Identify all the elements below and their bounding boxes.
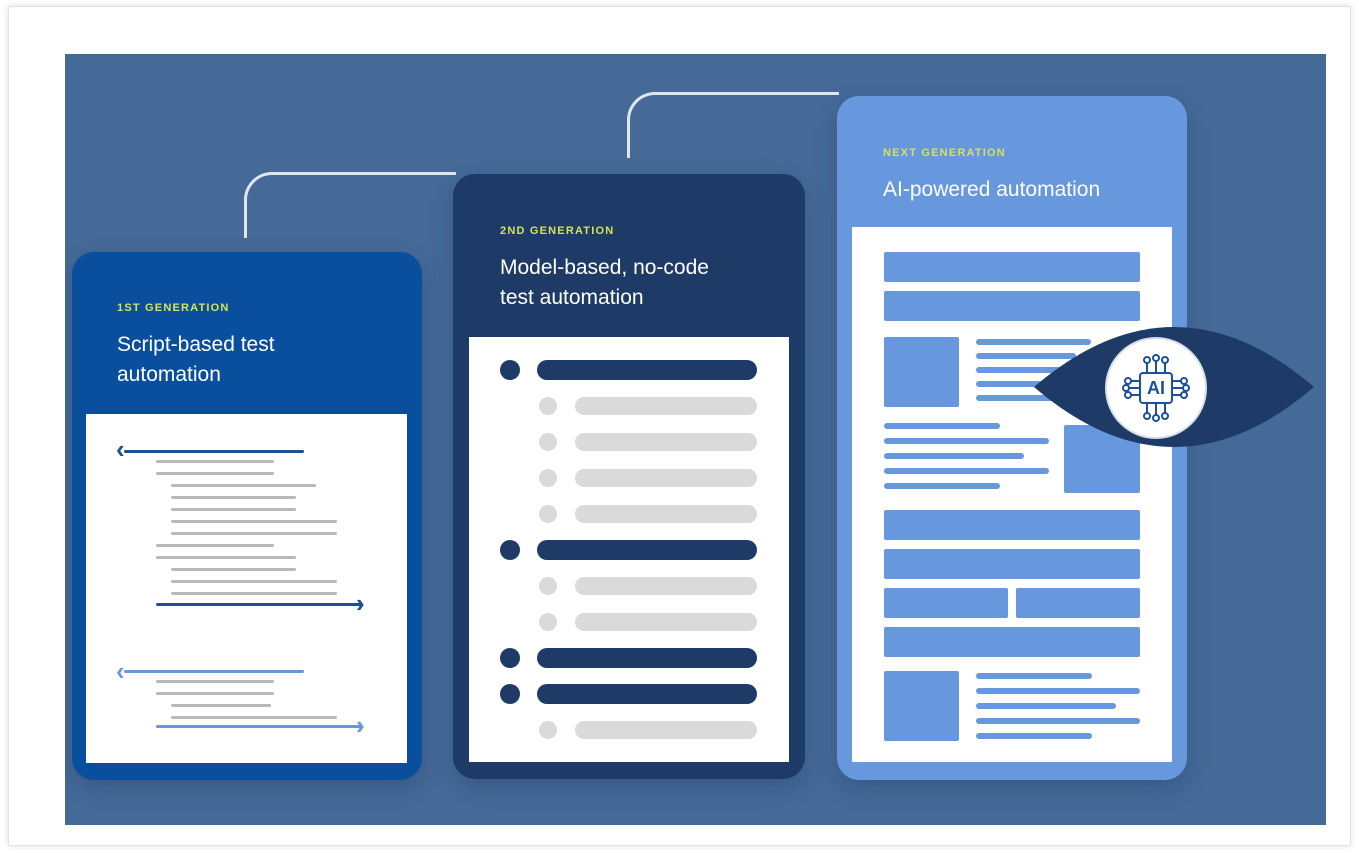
connector-2nd-to-next <box>627 92 839 158</box>
tree-leaf <box>539 505 557 523</box>
card-title: AI-powered automation <box>883 175 1100 205</box>
tree-node-bar <box>537 648 757 668</box>
code-line <box>171 532 337 535</box>
layout-line <box>976 733 1092 739</box>
tree-leaf-bar <box>575 433 757 451</box>
tree-leaf-bar <box>575 613 757 631</box>
arrow-line <box>156 603 362 606</box>
generation-label: NEXT GENERATION <box>883 147 1006 159</box>
layout-line <box>976 718 1140 724</box>
code-line <box>171 484 316 487</box>
layout-line <box>884 483 1000 489</box>
tree-leaf-bar <box>575 397 757 415</box>
tree-leaf <box>539 721 557 739</box>
layout-image <box>884 337 959 407</box>
tree-node-bar <box>537 684 757 704</box>
card-title-line-1: AI-powered automation <box>883 178 1101 201</box>
code-line <box>171 592 337 595</box>
script-panel: ‹ › ‹ › <box>86 414 407 763</box>
left-chevron-icon: ‹ <box>116 434 125 464</box>
code-line <box>156 556 296 559</box>
generation-label: 1ST GENERATION <box>117 302 230 314</box>
tree-node <box>500 684 520 704</box>
tree-leaf-bar <box>575 505 757 523</box>
right-chevron-icon: › <box>356 710 365 740</box>
layout-line <box>976 703 1116 709</box>
tree-node <box>500 540 520 560</box>
layout-line <box>884 423 1000 429</box>
layout-block <box>884 627 1140 657</box>
code-line <box>171 704 271 707</box>
card-title: Script-based test automation <box>117 330 275 390</box>
layout-block <box>884 510 1140 540</box>
code-line <box>156 472 274 475</box>
card-1st-generation: 1ST GENERATION Script-based test automat… <box>72 252 422 780</box>
image-frame: 1ST GENERATION Script-based test automat… <box>8 6 1351 846</box>
code-line <box>156 680 274 683</box>
arrow-line <box>124 450 304 453</box>
layout-block <box>884 549 1140 579</box>
card-title-line-1: Script-based test <box>117 333 275 356</box>
tree-leaf <box>539 469 557 487</box>
tree-node-bar <box>537 540 757 560</box>
tree-leaf-bar <box>575 469 757 487</box>
code-line <box>171 568 296 571</box>
tree-node-bar <box>537 360 757 380</box>
ai-badge-text: AI <box>1147 378 1165 398</box>
right-chevron-icon: › <box>356 588 365 618</box>
layout-image <box>884 671 959 741</box>
code-line <box>156 460 274 463</box>
code-line <box>156 692 274 695</box>
ai-badge: AI <box>1107 339 1205 437</box>
card-title-line-1: Model-based, no-code <box>500 256 709 279</box>
code-line <box>171 496 296 499</box>
layout-line <box>884 453 1024 459</box>
tree-leaf <box>539 613 557 631</box>
layout-line <box>976 688 1140 694</box>
tree-leaf-bar <box>575 577 757 595</box>
layout-line <box>976 673 1092 679</box>
card-title-line-2: automation <box>117 363 221 386</box>
tree-node <box>500 648 520 668</box>
tree-node <box>500 360 520 380</box>
layout-block <box>884 252 1140 282</box>
diagram-canvas: 1ST GENERATION Script-based test automat… <box>65 54 1326 825</box>
card-title-line-2: test automation <box>500 286 644 309</box>
arrow-line <box>156 725 362 728</box>
code-line <box>171 716 337 719</box>
code-line <box>171 508 296 511</box>
code-line <box>171 520 337 523</box>
layout-line <box>884 438 1049 444</box>
tree-leaf-bar <box>575 721 757 739</box>
code-line <box>156 544 274 547</box>
card-2nd-generation: 2ND GENERATION Model-based, no-code test… <box>453 174 805 779</box>
arrow-line <box>124 670 304 673</box>
tree-leaf <box>539 433 557 451</box>
code-line <box>171 580 337 583</box>
card-title: Model-based, no-code test automation <box>500 253 709 313</box>
tree-leaf <box>539 397 557 415</box>
layout-block <box>884 588 1008 618</box>
tree-leaf <box>539 577 557 595</box>
model-tree-panel <box>469 337 789 762</box>
layout-block <box>1016 588 1140 618</box>
generation-label: 2ND GENERATION <box>500 225 615 237</box>
layout-line <box>884 468 1049 474</box>
connector-1st-to-2nd <box>244 172 456 238</box>
